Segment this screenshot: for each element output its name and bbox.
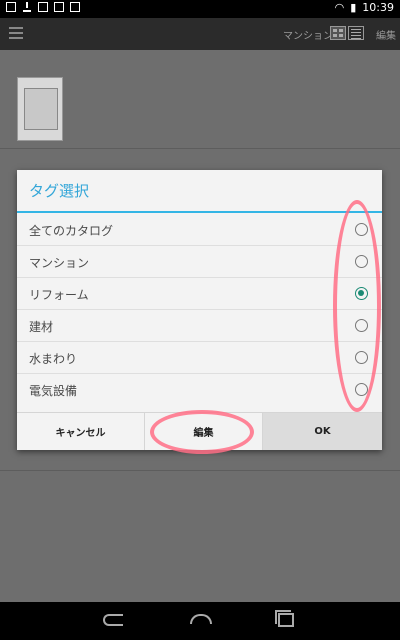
tag-option[interactable]: マンション — [17, 246, 382, 278]
clock: 10:39 — [362, 1, 394, 14]
phone-notification-icon — [38, 2, 48, 12]
edit-button[interactable]: 編集 — [376, 27, 396, 42]
title-divider — [17, 211, 382, 213]
dialog-title: タグ選択 — [29, 182, 90, 200]
tag-option[interactable]: 建材 — [17, 310, 382, 342]
battery-icon: ▮ — [350, 1, 357, 14]
tag-option-label: 全てのカタログ — [29, 224, 114, 238]
tag-option-label: 建材 — [29, 320, 54, 334]
divider — [0, 148, 400, 149]
wifi-icon: ◠ — [334, 1, 345, 14]
tag-option-label: 電気設備 — [29, 384, 78, 398]
tag-option-label: マンション — [29, 256, 90, 270]
tag-option-list: 全てのカタログ マンション リフォーム 建材 水まわり 電気設備 — [17, 214, 382, 406]
radio-highlight-annotation — [333, 200, 381, 412]
menu-icon[interactable] — [9, 27, 23, 39]
ok-button[interactable]: OK — [263, 413, 382, 450]
list-view-icon[interactable] — [348, 26, 364, 40]
current-tag-label[interactable]: マンション — [283, 27, 333, 42]
grid-view-icon[interactable] — [330, 26, 346, 40]
navigation-bar — [0, 602, 400, 640]
status-bar: ◠ ▮ 10:39 — [0, 0, 400, 18]
catalog-thumbnail[interactable] — [17, 77, 63, 141]
home-icon[interactable] — [190, 614, 212, 624]
tag-option[interactable]: リフォーム — [17, 278, 382, 310]
cancel-button[interactable]: キャンセル — [17, 413, 145, 450]
tag-option[interactable]: 全てのカタログ — [17, 214, 382, 246]
tag-option-label: リフォーム — [29, 288, 89, 302]
image-notification-icon — [6, 2, 16, 12]
tag-option[interactable]: 電気設備 — [17, 374, 382, 406]
gallery-notification-icon — [70, 2, 80, 12]
divider — [0, 470, 400, 471]
edit-highlight-annotation — [150, 410, 254, 454]
recent-apps-icon[interactable] — [275, 610, 294, 627]
back-icon[interactable] — [103, 614, 123, 626]
tag-select-dialog: タグ選択 全てのカタログ マンション リフォーム 建材 水まわり 電気設備 キャ… — [17, 170, 382, 450]
download-icon — [22, 2, 32, 12]
tag-option[interactable]: 水まわり — [17, 342, 382, 374]
app-bar: マンション 編集 — [0, 18, 400, 50]
gallery-notification-icon — [54, 2, 64, 12]
tag-option-label: 水まわり — [29, 352, 78, 366]
